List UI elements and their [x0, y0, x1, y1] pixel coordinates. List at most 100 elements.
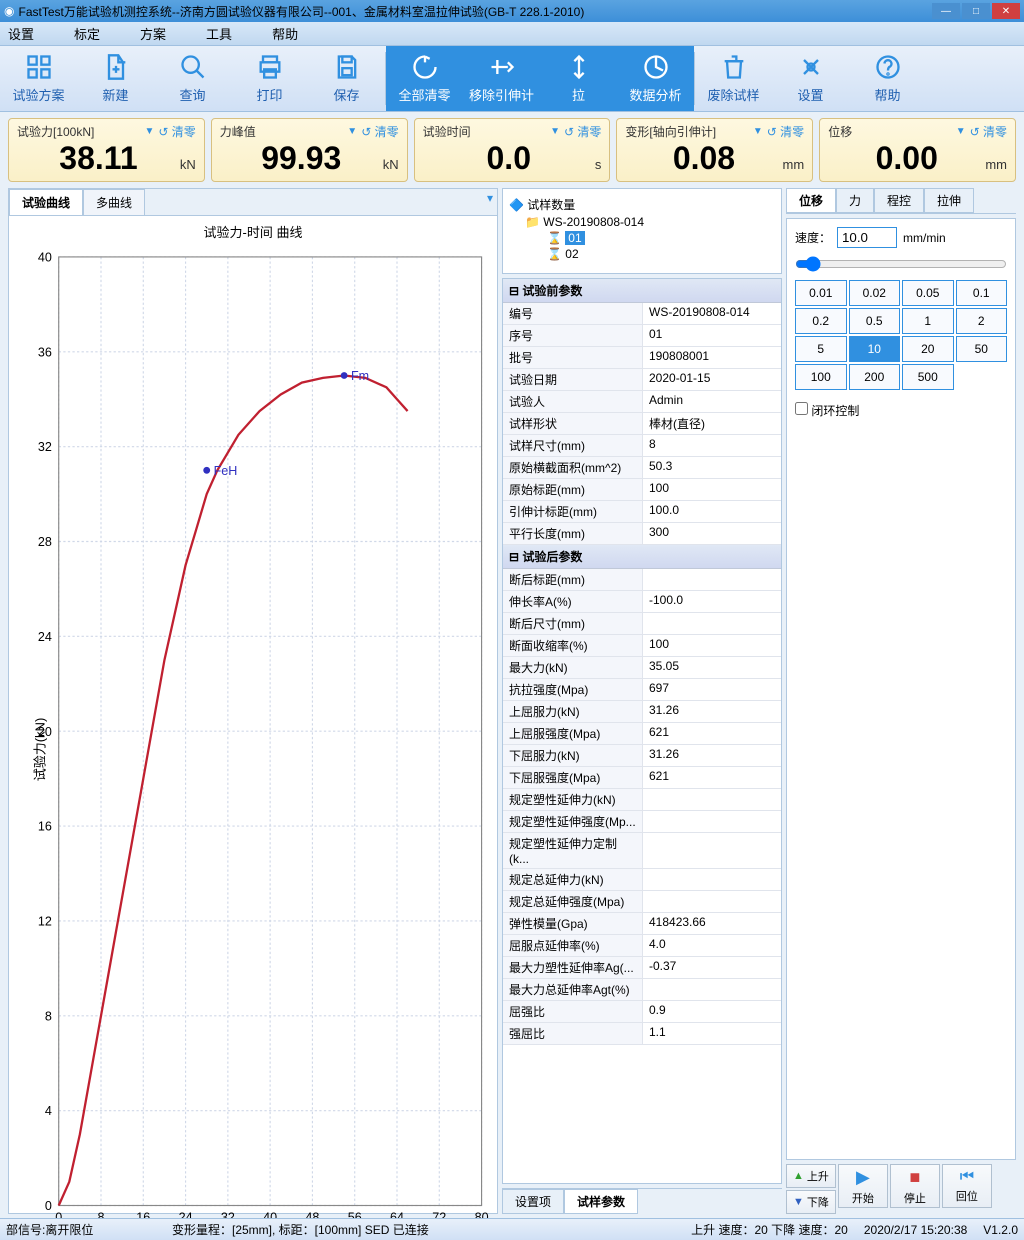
tree-item-01[interactable]: ⌛ 01 [509, 230, 775, 246]
return-button[interactable]: ⏮回位 [942, 1164, 992, 1208]
rtab-tensile[interactable]: 拉伸 [924, 188, 974, 213]
param-section-header[interactable]: ⊟ 试验后参数 [503, 545, 781, 569]
stop-button[interactable]: ■停止 [890, 1164, 940, 1208]
param-row: 弹性模量(Gpa)418423.66 [503, 913, 781, 935]
speed-preset-0.05[interactable]: 0.05 [902, 280, 954, 306]
toolbar-trash-button[interactable]: 废除试样 [695, 46, 772, 111]
speed-preset-200[interactable]: 200 [849, 364, 901, 390]
svg-text:32: 32 [221, 1210, 235, 1218]
start-button[interactable]: ▶开始 [838, 1164, 888, 1208]
menu-calibration[interactable]: 标定 [74, 24, 100, 43]
svg-text:Fm: Fm [351, 369, 369, 383]
toolbar-print-button[interactable]: 打印 [231, 46, 308, 111]
speed-preset-0.2[interactable]: 0.2 [795, 308, 847, 334]
chart-title: 试验力-时间 曲线 [15, 222, 491, 241]
toolbar-search-button[interactable]: 查询 [154, 46, 231, 111]
menu-tools[interactable]: 工具 [206, 24, 232, 43]
param-row: 规定塑性延伸强度(Mp... [503, 811, 781, 833]
toolbar-new-button[interactable]: 新建 [77, 46, 154, 111]
toolbar-settings-button[interactable]: 设置 [772, 46, 849, 111]
speed-preset-1[interactable]: 1 [902, 308, 954, 334]
tree-item-02[interactable]: ⌛ 02 [509, 246, 775, 262]
tree-sample-set[interactable]: 📁 WS-20190808-014 [509, 214, 775, 230]
svg-text:24: 24 [38, 630, 52, 644]
speed-preset-2[interactable]: 2 [956, 308, 1008, 334]
tab-test-curve[interactable]: 试验曲线 [9, 189, 83, 215]
speed-slider[interactable] [795, 256, 1007, 272]
btab-settings[interactable]: 设置项 [502, 1189, 564, 1214]
param-row: 屈服点延伸率(%)4.0 [503, 935, 781, 957]
dropdown-icon[interactable]: ▼ [145, 126, 155, 137]
speed-preset-5[interactable]: 5 [795, 336, 847, 362]
param-row: 屈强比0.9 [503, 1001, 781, 1023]
toolbar-remove-button[interactable]: 移除引伸计 [463, 46, 540, 111]
param-row: 下屈服强度(Mpa)621 [503, 767, 781, 789]
tree-root[interactable]: 🔷 试样数量 [509, 195, 775, 214]
menu-settings[interactable]: 设置 [8, 24, 34, 43]
down-button[interactable]: ▼下降 [786, 1190, 836, 1214]
param-row: 断面收缩率(%)100 [503, 635, 781, 657]
up-button[interactable]: ▲上升 [786, 1164, 836, 1188]
speed-preset-0.01[interactable]: 0.01 [795, 280, 847, 306]
param-row: 上屈服力(kN)31.26 [503, 701, 781, 723]
chevron-down-icon[interactable]: ▾ [487, 191, 493, 205]
zero-icon [411, 53, 439, 81]
reset-button[interactable]: ↺ 清零 [767, 123, 804, 140]
speed-input[interactable] [837, 227, 897, 248]
chart-canvas: 081624324048566472800481216202428323640F… [13, 243, 493, 1218]
toolbar-scheme-button[interactable]: 试验方案 [0, 46, 77, 111]
dropdown-icon[interactable]: ▼ [753, 126, 763, 137]
help-icon [874, 53, 902, 81]
param-row: 原始标距(mm)100 [503, 479, 781, 501]
param-row: 断后标距(mm) [503, 569, 781, 591]
toolbar-zero-button[interactable]: 全部清零 [386, 46, 463, 111]
svg-text:8: 8 [98, 1210, 105, 1218]
dropdown-icon[interactable]: ▼ [550, 126, 560, 137]
menubar: 设置 标定 方案 工具 帮助 [0, 22, 1024, 46]
svg-text:8: 8 [45, 1009, 52, 1023]
speed-preset-50[interactable]: 50 [956, 336, 1008, 362]
close-button[interactable]: ✕ [992, 3, 1020, 19]
btab-sample-params[interactable]: 试样参数 [564, 1189, 638, 1214]
reset-button[interactable]: ↺ 清零 [361, 123, 398, 140]
speed-preset-100[interactable]: 100 [795, 364, 847, 390]
tab-multi-curve[interactable]: 多曲线 [83, 189, 145, 215]
param-row: 最大力总延伸率Agt(%) [503, 979, 781, 1001]
reset-button[interactable]: ↺ 清零 [970, 123, 1007, 140]
dropdown-icon[interactable]: ▼ [956, 126, 966, 137]
toolbar: 试验方案新建查询打印保存 全部清零移除引伸计拉数据分析 废除试样设置帮助 [0, 46, 1024, 112]
speed-preset-0.5[interactable]: 0.5 [849, 308, 901, 334]
analysis-icon [642, 53, 670, 81]
param-row: 试验日期2020-01-15 [503, 369, 781, 391]
menu-scheme[interactable]: 方案 [140, 24, 166, 43]
toolbar-analysis-button[interactable]: 数据分析 [617, 46, 694, 111]
sample-tree: 🔷 试样数量 📁 WS-20190808-014 ⌛ 01 ⌛ 02 [502, 188, 782, 274]
window-title: FastTest万能试验机测控系统--济南方圆试验仪器有限公司--001、金属材… [18, 3, 932, 20]
status-config: 变形量程：[25mm], 标距：[100mm] SED 已连接 [172, 1221, 675, 1238]
reset-button[interactable]: ↺ 清零 [158, 123, 195, 140]
speed-preset-0.1[interactable]: 0.1 [956, 280, 1008, 306]
speed-preset-20[interactable]: 20 [902, 336, 954, 362]
toolbar-save-button[interactable]: 保存 [308, 46, 385, 111]
closed-loop-checkbox[interactable]: 闭环控制 [795, 404, 859, 418]
speed-preset-0.02[interactable]: 0.02 [849, 280, 901, 306]
control-buttons: ▲上升 ▼下降 ▶开始 ■停止 ⏮回位 [786, 1164, 1016, 1214]
rtab-program[interactable]: 程控 [874, 188, 924, 213]
menu-help[interactable]: 帮助 [272, 24, 298, 43]
rtab-position[interactable]: 位移 [786, 188, 836, 213]
rtab-force[interactable]: 力 [836, 188, 874, 213]
display-2: 试验时间▼↺ 清零0.0s [414, 118, 611, 182]
svg-text:0: 0 [55, 1210, 62, 1218]
toolbar-pull-button[interactable]: 拉 [540, 46, 617, 111]
speed-preset-10[interactable]: 10 [849, 336, 901, 362]
dropdown-icon[interactable]: ▼ [347, 126, 357, 137]
minimize-button[interactable]: — [932, 3, 960, 19]
status-signal: 部信号:离开限位 [6, 1221, 156, 1238]
display-value: 99.93 [220, 140, 383, 177]
toolbar-help-button[interactable]: 帮助 [849, 46, 926, 111]
param-section-header[interactable]: ⊟ 试验前参数 [503, 279, 781, 303]
maximize-button[interactable]: □ [962, 3, 990, 19]
status-speed: 上升 速度：20 下降 速度：20 [691, 1221, 848, 1238]
reset-button[interactable]: ↺ 清零 [564, 123, 601, 140]
speed-preset-500[interactable]: 500 [902, 364, 954, 390]
